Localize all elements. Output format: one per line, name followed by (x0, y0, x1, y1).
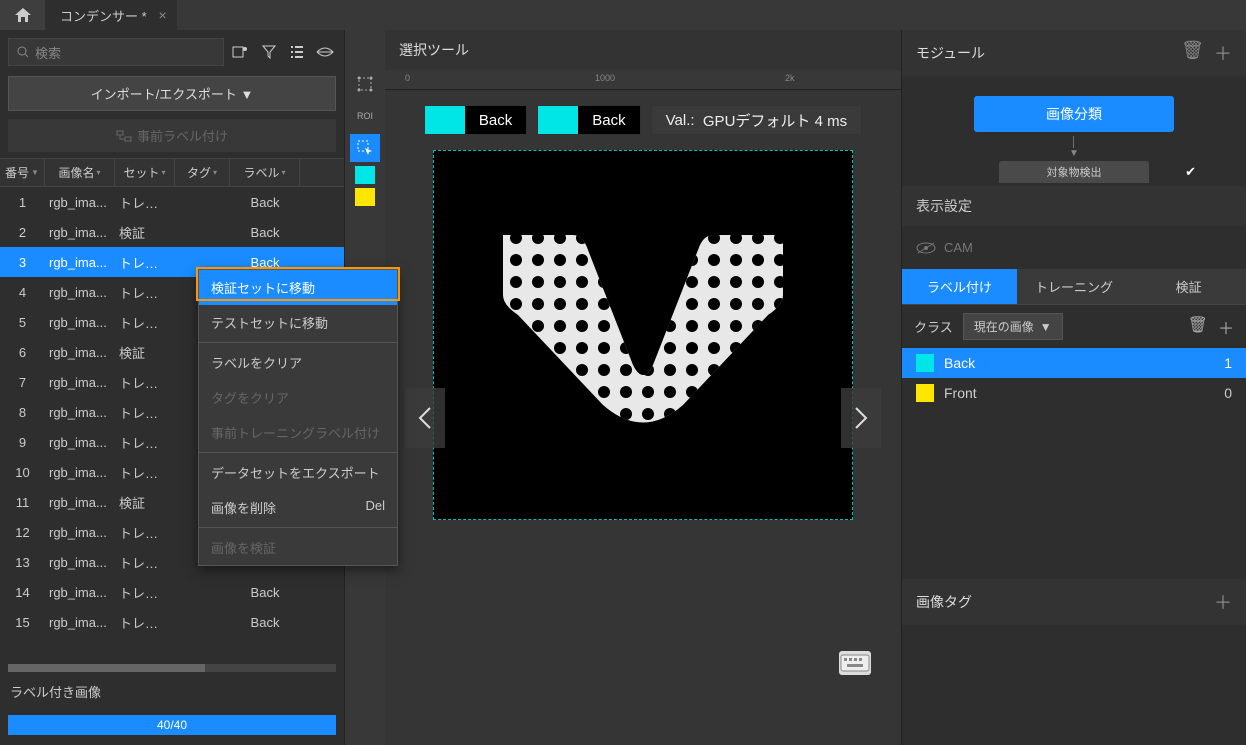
add-tag-icon[interactable]: ＋ (1214, 589, 1232, 615)
ctx-move-validation[interactable]: 検証セットに移動 (199, 270, 397, 305)
col-set[interactable]: セット▾ (115, 159, 175, 186)
class-item[interactable]: Back1 (902, 348, 1246, 378)
add-class-icon[interactable]: ＋ (1218, 315, 1234, 339)
image-filter-icon[interactable] (230, 41, 252, 63)
col-name[interactable]: 画像名▾ (45, 159, 115, 186)
table-row[interactable]: 1rgb_ima...トレーニ...Back (0, 187, 344, 217)
image-tag-header: 画像タグ ＋ (902, 579, 1246, 625)
check-icon: ✔ (1185, 164, 1196, 180)
eye-icon[interactable] (314, 41, 336, 63)
table-row[interactable]: 14rgb_ima...トレーニ...Back (0, 577, 344, 607)
add-module-icon[interactable]: ＋ (1214, 40, 1232, 66)
ctx-clear-label[interactable]: ラベルをクリア (199, 345, 397, 380)
next-image-button[interactable] (841, 388, 881, 448)
col-number[interactable]: 番号▼ (0, 159, 45, 186)
tab-training[interactable]: トレーニング (1017, 269, 1132, 304)
inference-info: Val.: GPUデフォルト 4 ms (651, 105, 862, 135)
prelabel-label: 事前ラベル付け (137, 126, 228, 145)
swatch-cyan[interactable] (355, 166, 375, 184)
class-select[interactable]: 現在の画像▼ (963, 313, 1063, 340)
image-viewer[interactable] (433, 150, 853, 520)
search-input[interactable]: 検索 (8, 38, 224, 66)
display-settings-header: 表示設定 (902, 186, 1246, 226)
pred-label-chip: Back (537, 105, 640, 135)
center-title: 選択ツール (385, 30, 901, 70)
h-scrollbar[interactable] (8, 664, 336, 672)
center-panel: 選択ツール 0 1000 2k Back Back Val.: GPUデフォルト… (385, 30, 901, 745)
ctx-verify: 画像を検証 (199, 530, 397, 565)
tab-title: コンデンサー * (60, 6, 147, 25)
search-placeholder: 検索 (35, 43, 61, 62)
ctx-delete[interactable]: 画像を削除Del (199, 490, 397, 525)
prelabel-button[interactable]: 事前ラベル付け (8, 119, 336, 152)
tab-validation[interactable]: 検証 (1131, 269, 1246, 304)
cam-toggle[interactable]: CAM (902, 226, 1246, 269)
table-row[interactable]: 15rgb_ima...トレーニ...Back (0, 607, 344, 637)
ctx-pretrain: 事前トレーニングラベル付け (199, 415, 397, 450)
labeled-images-label: ラベル付き画像 (0, 672, 344, 711)
module-node[interactable]: 画像分類 (974, 96, 1174, 132)
module-header: モジュール 🗑 ＋ (902, 30, 1246, 76)
filter-icon[interactable] (258, 41, 280, 63)
ctx-move-test[interactable]: テストセットに移動 (199, 305, 397, 340)
keyboard-icon[interactable] (839, 651, 871, 675)
ruler: 0 1000 2k (385, 70, 901, 90)
ctx-export[interactable]: データセットをエクスポート (199, 455, 397, 490)
close-icon[interactable]: × (158, 7, 166, 23)
prev-image-button[interactable] (405, 388, 445, 448)
list-icon[interactable] (286, 41, 308, 63)
document-tab[interactable]: コンデンサー * × (45, 0, 177, 30)
class-label: クラス (914, 317, 953, 336)
home-button[interactable] (0, 0, 45, 30)
gt-label-chip: Back (424, 105, 527, 135)
right-tabs: ラベル付け トレーニング 検証 (902, 269, 1246, 305)
right-panel: モジュール 🗑 ＋ 画像分類 ✔ │▼ 対象物検出 表示設定 CAM ラベル付け… (901, 30, 1246, 745)
ctx-clear-tag: タグをクリア (199, 380, 397, 415)
import-export-label: インポート/エクスポート ▼ (91, 84, 254, 103)
col-tag[interactable]: タグ▾ (175, 159, 230, 186)
select-tool[interactable] (350, 134, 380, 162)
progress-bar: 40/40 (8, 715, 336, 735)
module-sub[interactable]: 対象物検出 (999, 161, 1149, 183)
delete-class-icon[interactable]: 🗑 (1188, 315, 1208, 339)
col-label[interactable]: ラベル▾ (230, 159, 300, 186)
tab-labeling[interactable]: ラベル付け (902, 269, 1017, 304)
table-row[interactable]: 2rgb_ima...検証Back (0, 217, 344, 247)
transform-tool[interactable] (350, 70, 380, 98)
delete-module-icon[interactable]: 🗑 (1181, 40, 1204, 66)
table-header: 番号▼ 画像名▾ セット▾ タグ▾ ラベル▾ (0, 158, 344, 187)
canvas[interactable]: Back Back Val.: GPUデフォルト 4 ms (385, 90, 901, 745)
progress-text: 40/40 (157, 718, 187, 732)
context-menu: 検証セットに移動 テストセットに移動 ラベルをクリア タグをクリア 事前トレーニ… (198, 269, 398, 566)
swatch-yellow[interactable] (355, 188, 375, 206)
import-export-button[interactable]: インポート/エクスポート ▼ (8, 76, 336, 111)
class-item[interactable]: Front0 (902, 378, 1246, 408)
roi-tool[interactable]: ROI (350, 102, 380, 130)
